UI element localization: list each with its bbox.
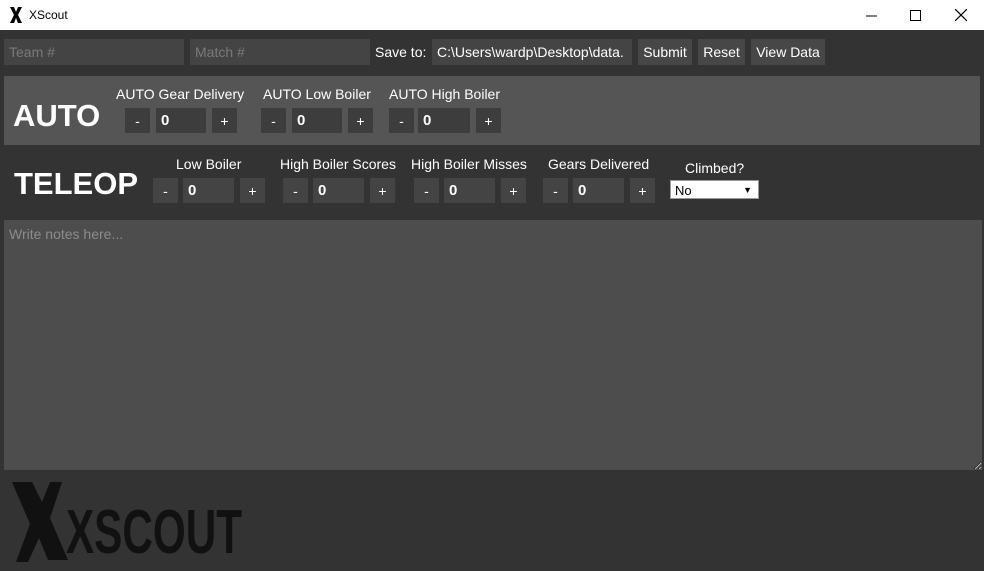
auto-gear-delivery-plus-button[interactable]: + <box>212 108 237 133</box>
auto-high-boiler-minus-button[interactable]: - <box>389 108 414 133</box>
low-boiler-value[interactable]: 0 <box>183 178 234 203</box>
auto-section: AUTO AUTO Gear Delivery - 0 + AUTO Low B… <box>4 76 980 145</box>
auto-low-boiler-plus-button[interactable]: + <box>348 108 373 133</box>
dropdown-arrow-icon: ▼ <box>743 185 752 195</box>
high-boiler-misses-label: High Boiler Misses <box>411 156 527 172</box>
high-boiler-misses-minus-button[interactable]: - <box>414 178 439 203</box>
high-boiler-misses-value[interactable]: 0 <box>444 178 495 203</box>
auto-high-boiler-value[interactable]: 0 <box>418 108 470 133</box>
minimize-button[interactable] <box>848 0 894 30</box>
high-boiler-scores-label: High Boiler Scores <box>280 156 396 172</box>
auto-low-boiler-value[interactable]: 0 <box>292 108 342 133</box>
reset-button[interactable]: Reset <box>698 39 745 65</box>
minimize-icon <box>865 15 877 16</box>
gears-delivered-minus-button[interactable]: - <box>543 178 568 203</box>
auto-high-boiler-label: AUTO High Boiler <box>389 86 501 102</box>
auto-gear-delivery-minus-button[interactable]: - <box>125 108 150 133</box>
close-button[interactable] <box>938 0 984 30</box>
auto-high-boiler-plus-button[interactable]: + <box>476 108 501 133</box>
auto-low-boiler-label: AUTO Low Boiler <box>263 86 371 102</box>
xscout-logo: XSCOUT <box>12 482 242 565</box>
title-bar: XScout <box>0 0 984 30</box>
high-boiler-misses-plus-button[interactable]: + <box>501 178 526 203</box>
submit-button[interactable]: Submit <box>638 39 692 65</box>
match-number-input[interactable] <box>190 39 370 65</box>
gears-delivered-plus-button[interactable]: + <box>630 178 655 203</box>
top-toolbar: Save to: C:\Users\wardp\Desktop\data. Su… <box>0 30 984 71</box>
notes-textarea[interactable] <box>4 220 982 470</box>
auto-title: AUTO <box>13 98 101 133</box>
climbed-select-value: No <box>675 183 692 198</box>
view-data-button[interactable]: View Data <box>751 39 825 65</box>
maximize-button[interactable] <box>892 0 938 30</box>
low-boiler-plus-button[interactable]: + <box>240 178 265 203</box>
teleop-title: TELEOP <box>14 166 139 201</box>
gears-delivered-label: Gears Delivered <box>548 156 650 172</box>
high-boiler-scores-plus-button[interactable]: + <box>370 178 395 203</box>
auto-gear-delivery-value[interactable]: 0 <box>156 108 206 133</box>
team-number-input[interactable] <box>4 39 184 65</box>
high-boiler-scores-value[interactable]: 0 <box>313 178 364 203</box>
xscout-app-icon <box>10 7 22 23</box>
save-to-label: Save to: <box>375 44 427 60</box>
low-boiler-label: Low Boiler <box>176 156 242 172</box>
window-title: XScout <box>29 8 68 22</box>
close-icon <box>955 9 967 21</box>
logo-text: XSCOUT <box>66 498 242 565</box>
climbed-select[interactable]: No ▼ <box>670 180 759 199</box>
low-boiler-minus-button[interactable]: - <box>153 178 178 203</box>
climbed-label: Climbed? <box>685 160 745 176</box>
maximize-icon <box>909 9 921 21</box>
gears-delivered-value[interactable]: 0 <box>573 178 624 203</box>
auto-gear-delivery-label: AUTO Gear Delivery <box>116 86 245 102</box>
high-boiler-scores-minus-button[interactable]: - <box>283 178 308 203</box>
save-path-field[interactable]: C:\Users\wardp\Desktop\data. <box>432 39 632 65</box>
auto-low-boiler-minus-button[interactable]: - <box>261 108 286 133</box>
